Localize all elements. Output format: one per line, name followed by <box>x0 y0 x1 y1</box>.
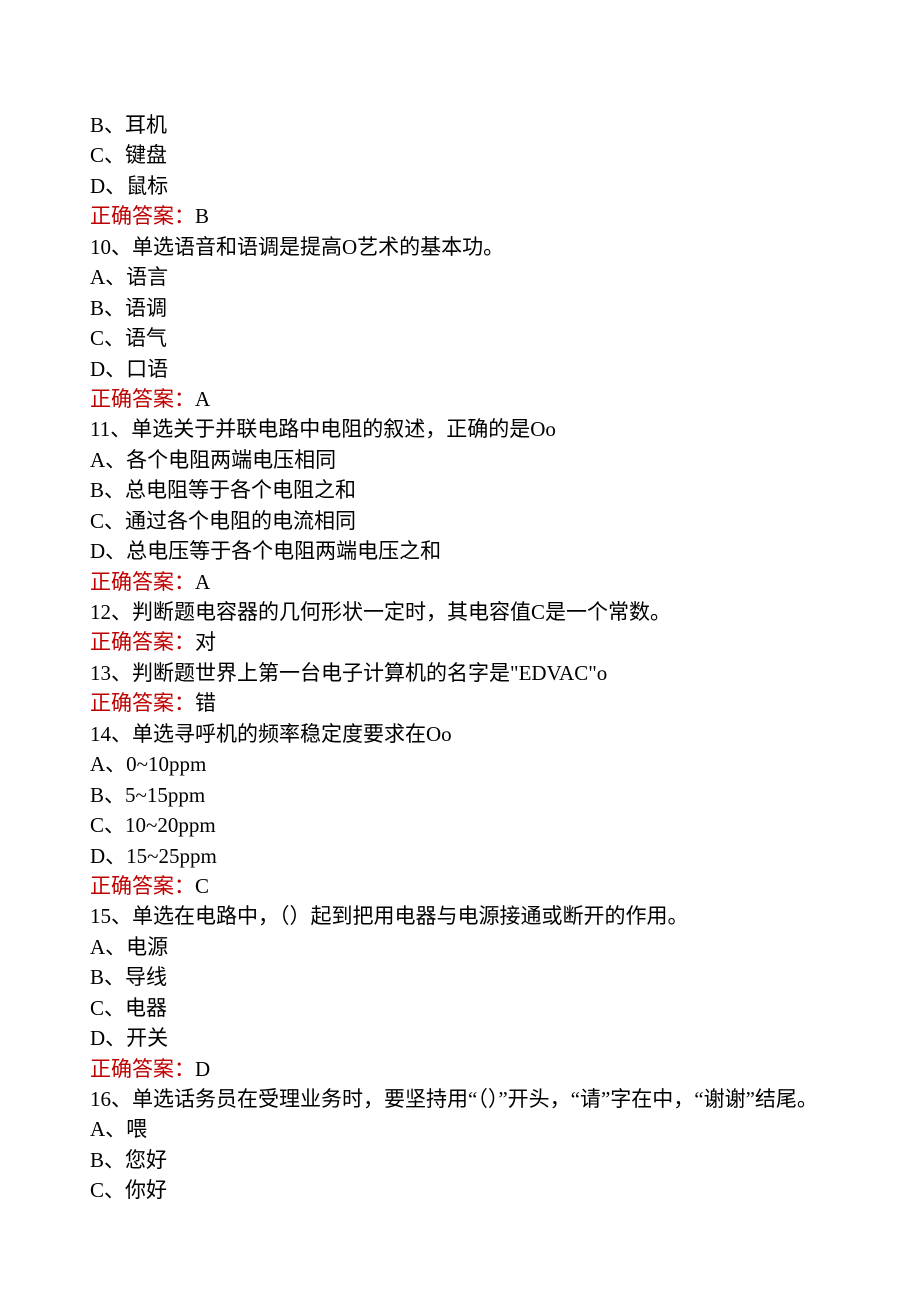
q10-stem: 10、单选语音和语调是提高O艺术的基本功。 <box>90 232 830 262</box>
q14-answer: 正确答案：C <box>90 871 830 901</box>
answer-label: 正确答案： <box>90 691 195 715</box>
q9-answer: 正确答案：B <box>90 201 830 231</box>
q14-option-d: D、15~25ppm <box>90 841 830 871</box>
answer-value: A <box>195 570 210 594</box>
q9-option-b: B、耳机 <box>90 110 830 140</box>
q15-answer: 正确答案：D <box>90 1054 830 1084</box>
q11-option-a: A、各个电阻两端电压相同 <box>90 445 830 475</box>
q13-answer: 正确答案：错 <box>90 688 830 718</box>
q11-answer: 正确答案：A <box>90 567 830 597</box>
answer-label: 正确答案： <box>90 630 195 654</box>
q13-stem: 13、判断题世界上第一台电子计算机的名字是"EDVAC"o <box>90 658 830 688</box>
q12-answer: 正确答案：对 <box>90 627 830 657</box>
q16-stem: 16、单选话务员在受理业务时，要坚持用“（）”开头，“请”字在中，“谢谢”结尾。 <box>90 1084 830 1114</box>
answer-label: 正确答案： <box>90 387 195 411</box>
answer-value: 错 <box>195 691 216 715</box>
answer-label: 正确答案： <box>90 570 195 594</box>
q10-option-d: D、口语 <box>90 354 830 384</box>
q12-stem: 12、判断题电容器的几何形状一定时，其电容值C是一个常数。 <box>90 597 830 627</box>
q10-option-c: C、语气 <box>90 323 830 353</box>
q15-option-d: D、开关 <box>90 1023 830 1053</box>
q16-option-c: C、你好 <box>90 1175 830 1205</box>
answer-value: 对 <box>195 630 216 654</box>
answer-label: 正确答案： <box>90 874 195 898</box>
q15-stem: 15、单选在电路中，（）起到把用电器与电源接通或断开的作用。 <box>90 901 830 931</box>
q14-stem: 14、单选寻呼机的频率稳定度要求在Oo <box>90 719 830 749</box>
answer-value: B <box>195 204 209 228</box>
q9-option-c: C、键盘 <box>90 140 830 170</box>
q15-option-a: A、电源 <box>90 932 830 962</box>
answer-label: 正确答案： <box>90 1057 195 1081</box>
q10-option-b: B、语调 <box>90 293 830 323</box>
answer-value: A <box>195 387 210 411</box>
answer-value: C <box>195 874 209 898</box>
q15-option-b: B、导线 <box>90 962 830 992</box>
answer-value: D <box>195 1057 210 1081</box>
q9-option-d: D、鼠标 <box>90 171 830 201</box>
q14-option-a: A、0~10ppm <box>90 749 830 779</box>
q16-option-a: A、喂 <box>90 1114 830 1144</box>
q11-stem: 11、单选关于并联电路中电阻的叙述，正确的是Oo <box>90 414 830 444</box>
q10-answer: 正确答案：A <box>90 384 830 414</box>
q11-option-d: D、总电压等于各个电阻两端电压之和 <box>90 536 830 566</box>
q11-option-c: C、通过各个电阻的电流相同 <box>90 506 830 536</box>
q10-option-a: A、语言 <box>90 262 830 292</box>
q11-option-b: B、总电阻等于各个电阻之和 <box>90 475 830 505</box>
q14-option-b: B、5~15ppm <box>90 780 830 810</box>
answer-label: 正确答案： <box>90 204 195 228</box>
document-body: B、耳机 C、键盘 D、鼠标 正确答案：B 10、单选语音和语调是提高O艺术的基… <box>90 110 830 1206</box>
q16-option-b: B、您好 <box>90 1145 830 1175</box>
q14-option-c: C、10~20ppm <box>90 810 830 840</box>
q15-option-c: C、电器 <box>90 993 830 1023</box>
